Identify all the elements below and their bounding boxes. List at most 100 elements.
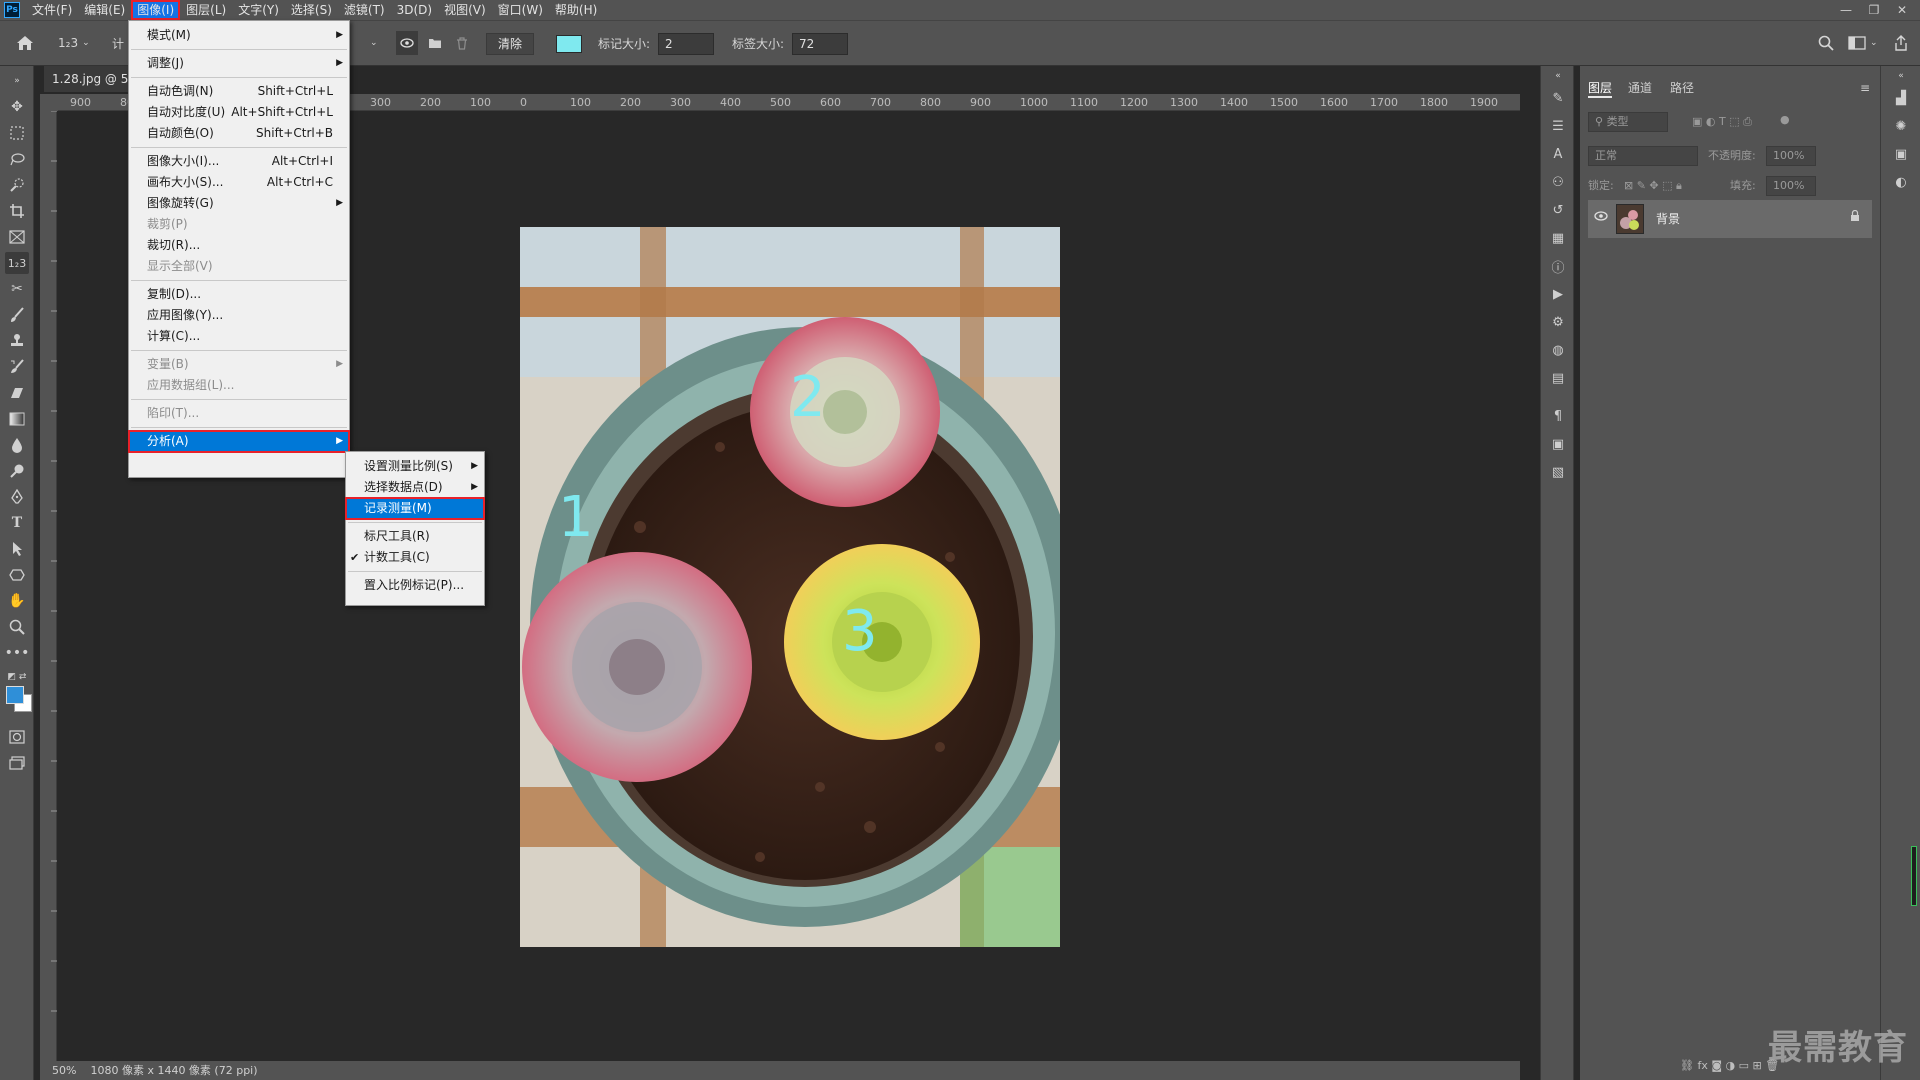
type-tool-icon[interactable]: T	[5, 512, 29, 534]
marker-size-input[interactable]: 2	[658, 33, 714, 55]
menu-item[interactable]: 置入比例标记(P)...	[346, 575, 484, 596]
tab-paths[interactable]: 路径	[1670, 78, 1694, 98]
adjustments-icon[interactable]: ☰	[1548, 116, 1568, 136]
tool-presets-icon[interactable]: ▦	[1548, 228, 1568, 248]
workspace-icon[interactable]: ⌄	[1848, 31, 1878, 55]
menu-window[interactable]: 窗口(W)	[492, 0, 549, 20]
menu-item[interactable]: 复制(D)...	[129, 284, 349, 305]
clone-source-icon[interactable]: ⚇	[1548, 172, 1568, 192]
collapse-panel-icon[interactable]: »	[5, 70, 29, 92]
home-icon[interactable]	[16, 31, 34, 55]
menu-item[interactable]: 图像大小(I)... Alt+Ctrl+I	[129, 151, 349, 172]
menu-item[interactable]: 应用图像(Y)...	[129, 305, 349, 326]
swatches-icon[interactable]: ⚙	[1548, 312, 1568, 332]
menu-item[interactable]: 自动颜色(O) Shift+Ctrl+B	[129, 123, 349, 144]
menu-item[interactable]: 自动对比度(U) Alt+Shift+Ctrl+L	[129, 102, 349, 123]
menu-edit[interactable]: 编辑(E)	[78, 0, 131, 20]
menu-item[interactable]: 画布大小(S)... Alt+Ctrl+C	[129, 172, 349, 193]
menu-item[interactable]: 选择数据点(D) ▶	[346, 477, 484, 498]
libraries-icon[interactable]: ▣	[1548, 434, 1568, 454]
fill-input[interactable]: 100%	[1766, 176, 1816, 196]
minimize-button[interactable]: —	[1832, 0, 1860, 20]
opacity-input[interactable]: 100%	[1766, 146, 1816, 166]
search-icon[interactable]	[1818, 31, 1834, 55]
menu-layer[interactable]: 图层(L)	[180, 0, 232, 20]
count-label[interactable]: 3	[842, 599, 878, 664]
healing-brush-tool-icon[interactable]: ✂	[5, 278, 29, 300]
label-size-input[interactable]: 72	[792, 33, 848, 55]
measurement-log-icon[interactable]: ▤	[1548, 368, 1568, 388]
count-tool-icon[interactable]: 1₂3	[5, 252, 29, 274]
path-selection-tool-icon[interactable]	[5, 538, 29, 560]
tab-layers[interactable]: 图层	[1588, 78, 1613, 98]
screen-mode-icon[interactable]	[5, 752, 29, 774]
menu-3d[interactable]: 3D(D)	[391, 0, 438, 20]
share-icon[interactable]	[1894, 31, 1908, 55]
zoom-tool-icon[interactable]	[5, 616, 29, 638]
blend-mode-select[interactable]: 正常	[1588, 146, 1698, 166]
clear-button[interactable]: 清除	[486, 33, 534, 55]
menu-item[interactable]: 设置测量比例(S) ▶	[346, 456, 484, 477]
vertical-ruler[interactable]	[40, 110, 57, 1061]
folder-icon[interactable]	[428, 31, 442, 55]
color-icon[interactable]: ◐	[1891, 172, 1911, 192]
layer-row-background[interactable]: 背景	[1588, 200, 1872, 238]
actions-play-icon[interactable]: ▶	[1548, 284, 1568, 304]
restore-button[interactable]: ❐	[1860, 0, 1888, 20]
chevron-down-icon[interactable]: ⌄	[370, 31, 378, 55]
marker-color-swatch[interactable]	[556, 35, 582, 53]
tab-channels[interactable]: 通道	[1628, 78, 1652, 98]
menu-item[interactable]: 分析(A) ▶	[128, 430, 350, 453]
count-label[interactable]: 1	[558, 485, 594, 550]
collapse-panel-icon[interactable]: «	[1548, 66, 1568, 86]
menu-select[interactable]: 选择(S)	[285, 0, 338, 20]
paragraph-icon[interactable]: ¶	[1548, 406, 1568, 426]
character-icon[interactable]: A	[1548, 144, 1568, 164]
filter-toggle-icon[interactable]: ●	[1780, 110, 1790, 130]
menu-item[interactable]: 裁切(R)...	[129, 235, 349, 256]
document-tab[interactable]: 1.28.jpg @ 50	[44, 66, 134, 92]
menu-item[interactable]: 模式(M) ▶	[129, 25, 349, 46]
menu-help[interactable]: 帮助(H)	[549, 0, 603, 20]
trash-icon[interactable]	[456, 31, 468, 55]
menu-item[interactable]: 图像旋转(G) ▶	[129, 193, 349, 214]
menu-item[interactable]: 计算(C)...	[129, 326, 349, 347]
menu-item[interactable]: 调整(J) ▶	[129, 53, 349, 74]
menu-item[interactable]: 记录测量(M)	[345, 497, 485, 520]
collapse-panel-icon[interactable]: «	[1891, 66, 1911, 86]
quick-selection-tool-icon[interactable]	[5, 174, 29, 196]
gradient-tool-icon[interactable]	[5, 408, 29, 430]
brush-settings-icon[interactable]: ✎	[1548, 88, 1568, 108]
count-label[interactable]: 2	[790, 365, 826, 430]
tool-preset-picker[interactable]: 1₂3 ⌄	[58, 31, 90, 55]
menu-type[interactable]: 文字(Y)	[232, 0, 285, 20]
foreground-color-swatch[interactable]	[6, 686, 24, 704]
history-icon[interactable]: ↺	[1548, 200, 1568, 220]
document-info[interactable]: 1080 像素 x 1440 像素 (72 ppi)	[90, 1061, 257, 1080]
eye-icon[interactable]	[396, 31, 418, 55]
lasso-tool-icon[interactable]	[5, 148, 29, 170]
menu-item[interactable]: 自动色调(N) Shift+Ctrl+L	[129, 81, 349, 102]
zoom-level[interactable]: 50%	[52, 1061, 76, 1080]
layer-filter-select[interactable]: ⚲ 类型	[1588, 112, 1668, 132]
move-tool-icon[interactable]: ✥	[5, 96, 29, 118]
menu-view[interactable]: 视图(V)	[438, 0, 492, 20]
notes-icon[interactable]: ▧	[1548, 462, 1568, 482]
crop-tool-icon[interactable]	[5, 200, 29, 222]
scroll-indicator[interactable]	[1911, 846, 1917, 906]
histogram-icon[interactable]: ▟	[1891, 88, 1911, 108]
menu-filter[interactable]: 滤镜(T)	[338, 0, 391, 20]
history-brush-tool-icon[interactable]	[5, 356, 29, 378]
pen-tool-icon[interactable]	[5, 486, 29, 508]
brush-tool-icon[interactable]	[5, 304, 29, 326]
default-colors-icon[interactable]: ◩ ⇄	[5, 670, 29, 684]
menu-image[interactable]: 图像(I)	[131, 0, 181, 20]
eraser-tool-icon[interactable]	[5, 382, 29, 404]
layer-footer-icons[interactable]: ⛓ fx ◙ ◑ ▭ ⊞ 🗑︎	[1680, 1056, 1779, 1076]
document-image[interactable]: 1 2 3	[520, 227, 1060, 947]
more-tools-icon[interactable]: •••	[5, 642, 30, 664]
custom-shape-tool-icon[interactable]	[5, 564, 29, 586]
frame-tool-icon[interactable]	[5, 226, 29, 248]
ruler-origin[interactable]	[40, 94, 58, 111]
properties-icon[interactable]: ▣	[1891, 144, 1911, 164]
